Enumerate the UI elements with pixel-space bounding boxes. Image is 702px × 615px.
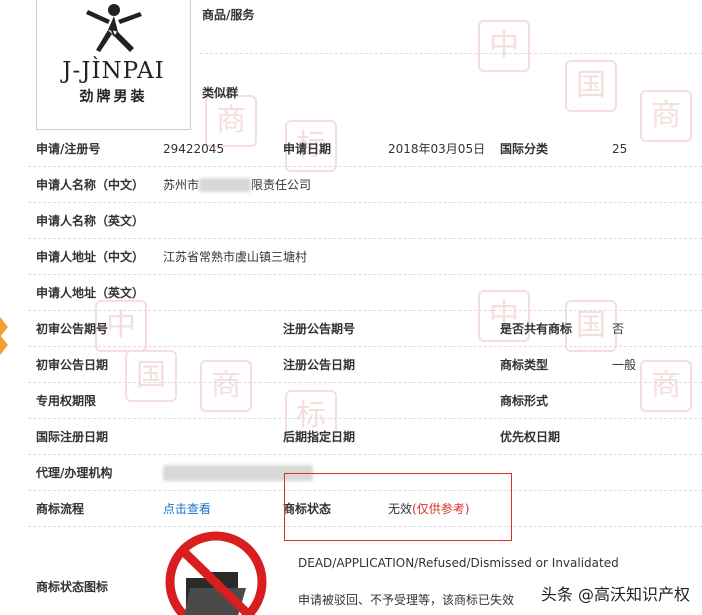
martial-figure-icon — [85, 4, 142, 52]
app-date-label: 申请日期 — [283, 142, 332, 156]
app-date-value: 2018年03月05日 — [388, 142, 486, 156]
intl-reg-date-label: 国际注册日期 — [36, 430, 109, 444]
priority-date-label: 优先权日期 — [500, 430, 561, 444]
applicant-prefix: 苏州市 — [163, 178, 200, 192]
info-row: 初审公告期号 注册公告期号 是否共有商标 否 — [28, 311, 702, 347]
applicant-cn-value: 苏州市 限责任公司 — [163, 167, 311, 202]
shared-label: 是否共有商标 — [500, 322, 573, 336]
status-highlight-box — [284, 473, 512, 541]
goods-services-area: 商品/服务 类似群 — [192, 0, 702, 131]
process-label: 商标流程 — [36, 502, 85, 516]
info-row: 申请人名称（中文） 苏州市 限责任公司 — [28, 167, 702, 203]
info-row: 专用权期限 商标形式 — [28, 383, 702, 419]
tm-type-label: 商标类型 — [500, 358, 549, 372]
redacted-block — [199, 177, 252, 192]
applicant-cn-label: 申请人名称（中文） — [36, 178, 145, 192]
shared-value: 否 — [612, 322, 625, 336]
info-row: 国际注册日期 后期指定日期 优先权日期 — [28, 419, 702, 455]
status-icon-label: 商标状态图标 — [36, 580, 109, 594]
reg-pub-date-label: 注册公告日期 — [283, 358, 356, 372]
info-row: 申请人名称（英文） — [28, 203, 702, 239]
logo-subtitle: 劲牌男装 — [79, 89, 148, 105]
app-no-value: 29422045 — [163, 141, 225, 156]
similar-group-label: 类似群 — [202, 86, 239, 100]
info-row: 申请/注册号 29422045 申请日期 2018年03月05日 国际分类 25 — [28, 131, 702, 167]
agent-label: 代理/办理机构 — [36, 466, 113, 480]
intl-class-label: 国际分类 — [500, 142, 549, 156]
status-cn-text: 申请被驳回、不予受理等，该商标已失效 — [298, 593, 515, 607]
source-watermark: 头条 @高沃知识产权 — [540, 585, 690, 604]
app-no-label: 申请/注册号 — [36, 142, 101, 156]
no-folder-icon — [165, 531, 267, 615]
process-link[interactable]: 点击查看 — [163, 491, 211, 526]
info-row: 申请人地址（英文） — [28, 275, 702, 311]
status-en-text: DEAD/APPLICATION/Refused/Dismissed or In… — [298, 556, 619, 570]
address-en-label: 申请人地址（英文） — [36, 286, 145, 300]
tm-type-value: 一般 — [612, 358, 637, 372]
prelim-pub-date-label: 初审公告日期 — [36, 358, 109, 372]
applicant-en-label: 申请人名称（英文） — [36, 214, 145, 228]
later-date-label: 后期指定日期 — [283, 430, 356, 444]
tm-form-label: 商标形式 — [500, 394, 549, 408]
address-cn-value: 江苏省常熟市虞山镇三塘村 — [163, 250, 308, 264]
address-cn-label: 申请人地址（中文） — [36, 250, 145, 264]
prelim-pub-no-label: 初审公告期号 — [36, 322, 109, 336]
reg-pub-no-label: 注册公告期号 — [283, 322, 356, 336]
info-row: 初审公告日期 注册公告日期 商标类型 一般 — [28, 347, 702, 383]
side-arrow-icon — [0, 317, 8, 355]
exclusive-label: 专用权期限 — [36, 394, 97, 408]
applicant-suffix: 限责任公司 — [251, 178, 312, 192]
goods-services-label: 商品/服务 — [202, 8, 255, 22]
logo-brand: J-JÌNPAI — [62, 58, 165, 84]
divider — [200, 53, 702, 54]
trademark-logo: J-JÌNPAI 劲牌男装 — [36, 0, 191, 130]
intl-class-value: 25 — [612, 141, 628, 156]
info-row: 申请人地址（中文） 江苏省常熟市虞山镇三塘村 — [28, 239, 702, 275]
